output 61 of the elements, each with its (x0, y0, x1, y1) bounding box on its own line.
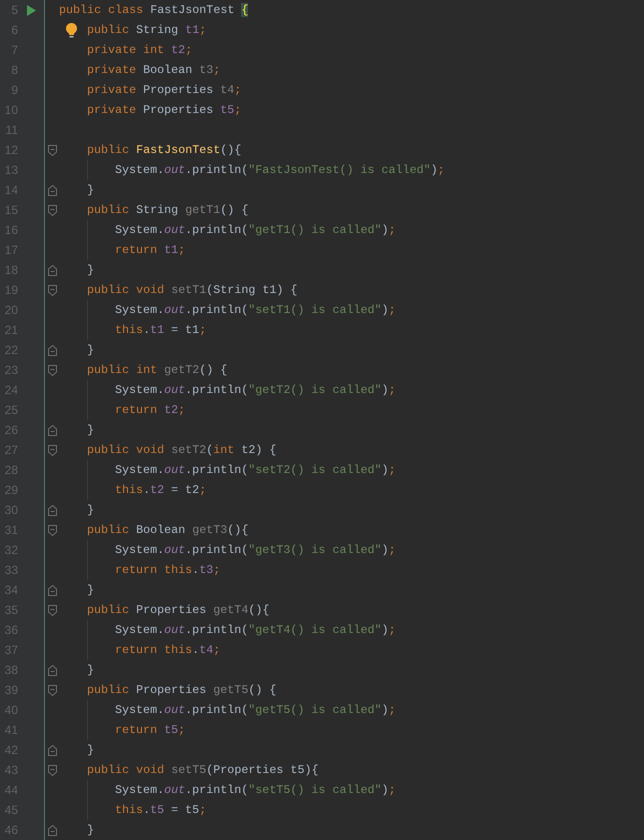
fold-end-icon[interactable] (48, 184, 56, 196)
code-line: } (87, 342, 94, 359)
fold-collapse-icon[interactable] (48, 204, 56, 216)
code-line: this.t5 = t5; (115, 802, 206, 819)
code-line: return t5; (115, 722, 186, 739)
code-line: } (87, 662, 94, 679)
fold-end-icon[interactable] (48, 664, 56, 676)
code-line: public Boolean getT3(){ (87, 522, 248, 539)
fold-end-icon[interactable] (48, 344, 56, 356)
fold-collapse-icon[interactable] (48, 604, 56, 616)
code-line: public int getT2() { (87, 362, 228, 379)
fold-end-icon[interactable] (48, 264, 56, 276)
code-line: this.t1 = t1; (115, 322, 206, 339)
code-line: public FastJsonTest(){ (87, 142, 242, 159)
code-line: private Properties t4; (87, 82, 242, 99)
fold-end-icon[interactable] (48, 744, 56, 756)
code-line: return this.t3; (115, 562, 220, 579)
code-line: } (87, 742, 94, 759)
fold-collapse-icon[interactable] (48, 764, 56, 776)
code-line: System.out.println("setT5() is called"); (115, 782, 396, 799)
code-line: System.out.println("FastJsonTest() is called"); (115, 162, 445, 179)
fold-collapse-icon[interactable] (48, 444, 56, 456)
code-line: public void setT5(Properties t5){ (87, 762, 318, 779)
code-line: public class FastJsonTest { (59, 2, 248, 19)
code-line: private Boolean t3; (87, 62, 220, 79)
code-line: public Properties getT5() { (87, 682, 276, 699)
code-line: System.out.println("getT1() is called"); (115, 222, 396, 239)
code-line: } (87, 822, 94, 839)
code-line: public Properties getT4(){ (87, 602, 270, 619)
fold-collapse-icon[interactable] (48, 524, 56, 536)
code-line: } (87, 582, 94, 599)
code-line: } (87, 422, 94, 439)
fold-end-icon[interactable] (48, 504, 56, 516)
code-line: System.out.println("setT1() is called"); (115, 302, 396, 319)
fold-collapse-icon[interactable] (48, 364, 56, 376)
run-icon[interactable] (27, 4, 36, 16)
code-line: private int t2; (87, 42, 192, 59)
code-line: public String getT1() { (87, 202, 248, 219)
lightbulb-icon[interactable] (66, 22, 77, 38)
code-line: public String t1; (87, 22, 206, 39)
code-line: return t2; (115, 402, 186, 419)
fold-end-icon[interactable] (48, 824, 56, 836)
code-line: } (87, 502, 94, 519)
code-line: public void setT2(int t2) { (87, 442, 276, 459)
code-line: System.out.println("setT2() is called"); (115, 462, 396, 479)
fold-collapse-icon[interactable] (48, 684, 56, 696)
code-line: System.out.println("getT4() is called"); (115, 622, 396, 639)
code-line: return t1; (115, 242, 186, 259)
code-line: private Properties t5; (87, 102, 242, 119)
code-line: System.out.println("getT5() is called"); (115, 702, 396, 719)
code-line: } (87, 262, 94, 279)
code-line: System.out.println("getT3() is called"); (115, 542, 396, 559)
code-line: } (87, 182, 94, 199)
code-line: return this.t4; (115, 642, 220, 659)
fold-end-icon[interactable] (48, 424, 56, 436)
fold-end-icon[interactable] (48, 584, 56, 596)
fold-collapse-icon[interactable] (48, 144, 56, 156)
code-line: this.t2 = t2; (115, 482, 206, 499)
code-line: System.out.println("getT2() is called"); (115, 382, 396, 399)
code-line: public void setT1(String t1) { (87, 282, 298, 299)
fold-collapse-icon[interactable] (48, 284, 56, 296)
